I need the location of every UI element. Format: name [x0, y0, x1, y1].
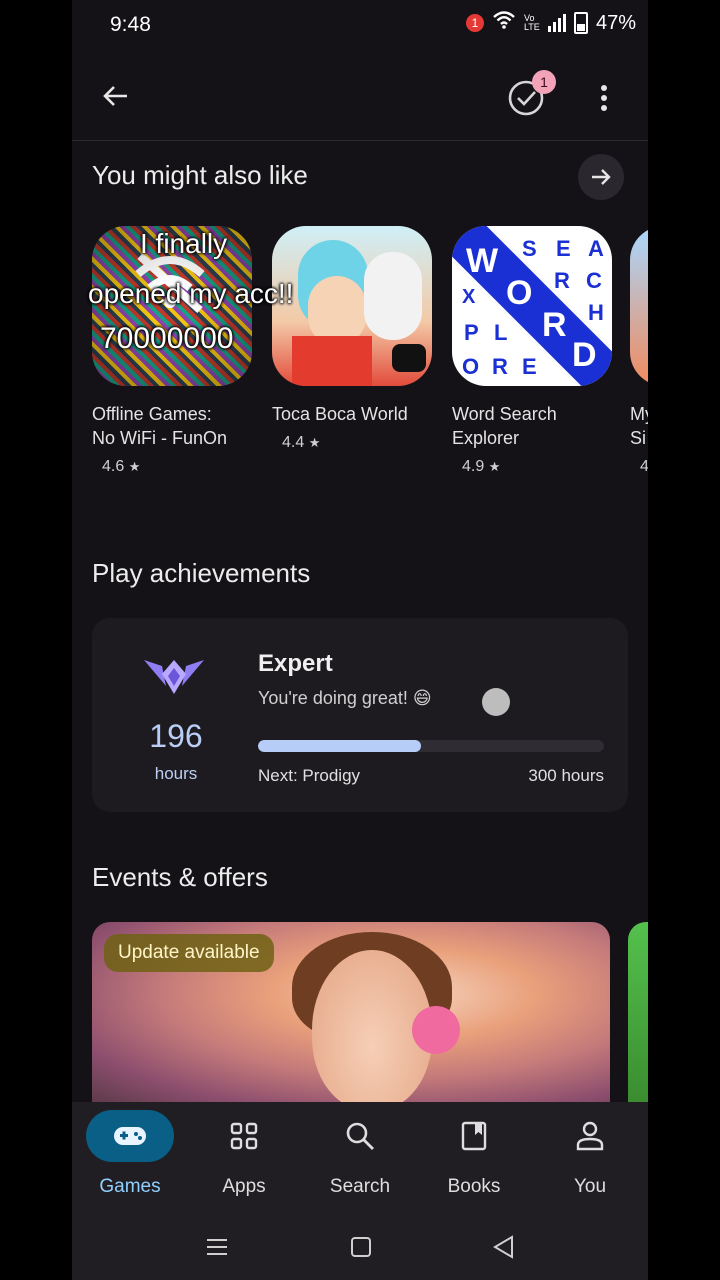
star-icon: ★ — [488, 459, 501, 474]
app-card-word-search[interactable]: W S E A O R C X R H P L D O R E Word Sea… — [452, 226, 612, 476]
wifi-icon — [492, 10, 516, 36]
top-divider — [72, 140, 648, 141]
event-card[interactable]: Update available — [92, 922, 610, 1102]
nav-games[interactable]: Games — [80, 1110, 180, 1198]
play-store-screen: 9:48 1 Vo LTE 47% 1 You might also like — [72, 0, 648, 1280]
person-icon — [576, 1121, 604, 1151]
recommend-title: You might also like — [92, 160, 308, 190]
apps-grid-icon — [230, 1122, 258, 1150]
achievement-level: Expert — [258, 650, 333, 677]
status-icons: 1 Vo LTE 47% — [465, 10, 636, 36]
event-card-next[interactable] — [628, 922, 648, 1102]
nav-apps[interactable]: Apps — [194, 1110, 294, 1198]
expert-badge-icon — [144, 660, 204, 694]
nav-you-label: You — [573, 1176, 607, 1197]
back-triangle-icon — [493, 1235, 513, 1259]
achievements-title: Play achievements — [92, 558, 311, 588]
status-bar: 9:48 1 Vo LTE 47% — [72, 0, 648, 52]
volte-label: Vo LTE — [523, 13, 540, 32]
app-card-toca-boca[interactable]: Toca Boca World 4.4 ★ — [272, 226, 432, 452]
event-artwork-flower — [412, 1006, 460, 1054]
star-icon: ★ — [128, 459, 141, 474]
see-more-button[interactable] — [578, 154, 624, 200]
notification-badge-icon: 1 — [465, 14, 484, 32]
update-available-badge: Update available — [104, 934, 274, 972]
more-vert-icon — [601, 85, 607, 111]
overlay-caption-line2: opened my acc!! — [88, 278, 294, 309]
app-name: Toca Boca World — [272, 404, 408, 424]
app-rating: 4.4 ★ — [282, 434, 321, 451]
status-time: 9:48 — [110, 13, 151, 36]
nav-books-label: Books — [447, 1176, 501, 1197]
battery-percent: 47% — [595, 11, 636, 34]
gamepad-icon — [114, 1127, 146, 1145]
system-back-button[interactable] — [488, 1232, 518, 1262]
app-name: Offline Games: No WiFi - FunOn — [92, 404, 228, 448]
app-name: Word Search Explorer — [452, 404, 557, 448]
hours-label: hours — [154, 764, 198, 783]
app-name: My Si — [630, 404, 648, 448]
app-rating: 4.9 ★ — [462, 458, 501, 475]
home-button[interactable] — [346, 1232, 376, 1262]
recommended-apps-row: Offline Games: No WiFi - FunOn 4.6 ★ Toc… — [92, 226, 648, 496]
level-progress-bar — [258, 740, 604, 752]
star-icon: ★ — [308, 435, 321, 450]
events-title: Events & offers — [92, 862, 268, 892]
word-search-app-icon: W S E A O R C X R H P L D O R E — [452, 226, 612, 386]
nav-you[interactable]: You — [540, 1110, 640, 1198]
app-rating: 4 — [640, 458, 648, 475]
achievement-message: You're doing great! 😄 — [258, 688, 432, 708]
nav-search-label: Search — [329, 1176, 391, 1197]
back-button[interactable] — [96, 76, 136, 116]
achievements-card[interactable]: 196 hours Expert You're doing great! 😄 N… — [92, 618, 628, 812]
home-square-icon — [351, 1237, 371, 1257]
overlay-caption-line3: 70000000 — [100, 322, 234, 355]
more-options-button[interactable] — [590, 78, 618, 118]
nav-apps-label: Apps — [222, 1176, 266, 1197]
system-navigation-bar — [72, 1212, 648, 1280]
battery-icon — [573, 12, 588, 34]
nav-games-label: Games — [99, 1176, 161, 1197]
hours-played: 196 — [149, 718, 203, 754]
next-level-goal: 300 hours — [528, 766, 604, 785]
top-app-bar: 1 — [72, 60, 648, 132]
overlay-caption-line1: I finally — [140, 228, 228, 259]
nav-books[interactable]: Books — [424, 1110, 524, 1198]
toca-boca-app-icon — [272, 226, 432, 386]
partial-app-icon — [630, 226, 648, 386]
back-arrow-icon — [103, 86, 127, 106]
tasks-badge: 1 — [532, 70, 556, 94]
touch-indicator — [482, 688, 510, 716]
recents-button[interactable] — [202, 1232, 232, 1262]
next-level-label: Next: Prodigy — [258, 766, 361, 785]
search-icon — [346, 1122, 374, 1150]
bottom-navigation: Games Apps Search Books You — [72, 1102, 648, 1212]
app-card-partial[interactable]: My Si 4 — [630, 226, 648, 476]
signal-icon — [547, 14, 566, 32]
book-icon — [461, 1121, 487, 1151]
nav-search[interactable]: Search — [310, 1110, 410, 1198]
app-rating: 4.6 ★ — [102, 458, 141, 475]
level-progress-fill — [258, 740, 421, 752]
arrow-forward-icon — [592, 169, 611, 185]
recents-icon — [207, 1239, 227, 1255]
